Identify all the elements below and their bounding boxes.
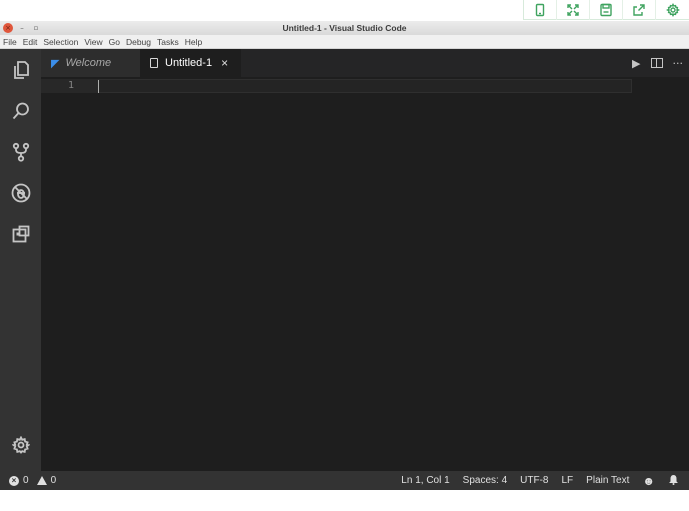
menu-tasks[interactable]: Tasks [157,37,179,47]
workbench: ◤ Welcome Untitled-1 × ▶ ··· 1 [0,49,689,471]
gear-icon[interactable] [0,424,41,465]
editor-actions: ▶ ··· [632,49,683,77]
current-line-highlight [98,79,632,93]
smiley-icon[interactable]: ☻ [642,474,655,488]
tab-label: Untitled-1 [165,57,213,69]
more-icon[interactable]: ··· [673,57,684,70]
debug-icon[interactable] [0,172,41,213]
extensions-icon[interactable] [0,213,41,254]
split-editor-icon[interactable] [650,58,663,68]
menu-debug[interactable]: Debug [126,37,151,47]
fullscreen-icon[interactable] [557,0,590,20]
language-mode[interactable]: Plain Text [586,475,629,486]
indentation[interactable]: Spaces: 4 [463,475,507,486]
search-icon[interactable] [0,90,41,131]
menu-file[interactable]: File [3,37,17,47]
file-icon [150,58,158,68]
gear-icon[interactable] [656,0,689,20]
error-count: 0 [23,475,29,486]
share-icon[interactable] [623,0,656,20]
error-icon: × [9,475,19,486]
status-bar: × 0 0 Ln 1, Col 1 Spaces: 4 UTF-8 LF Pla… [0,471,689,490]
source-control-icon[interactable] [0,131,41,172]
tab-bar: ◤ Welcome Untitled-1 × ▶ ··· [41,49,689,77]
run-icon[interactable]: ▶ [632,57,640,70]
line-ending[interactable]: LF [562,475,574,486]
editor-line[interactable]: 1 [41,79,632,93]
cursor-position[interactable]: Ln 1, Col 1 [401,475,449,486]
menu-edit[interactable]: Edit [23,37,38,47]
save-icon[interactable] [590,0,623,20]
explorer-icon[interactable] [0,49,41,90]
window-title: Untitled-1 - Visual Studio Code [282,23,407,33]
vscode-window: × – ▫ Untitled-1 - Visual Studio Code Fi… [0,21,689,490]
page: × – ▫ Untitled-1 - Visual Studio Code Fi… [0,0,689,511]
line-number: 1 [68,80,75,91]
activity-bar [0,49,41,471]
vscode-logo-icon: ◤ [51,57,60,70]
menu-go[interactable]: Go [109,37,120,47]
title-bar: × – ▫ Untitled-1 - Visual Studio Code [0,21,689,35]
menu-view[interactable]: View [84,37,102,47]
encoding[interactable]: UTF-8 [520,475,548,486]
problems-indicator[interactable]: × 0 0 [0,475,56,486]
external-toolbar [523,0,689,20]
bell-icon[interactable] [668,474,679,488]
menu-selection[interactable]: Selection [43,37,78,47]
phone-icon[interactable] [524,0,557,20]
text-editor[interactable]: 1 [41,77,689,471]
menu-bar: File Edit Selection View Go Debug Tasks … [0,35,689,49]
menu-help[interactable]: Help [185,37,202,47]
tab-welcome[interactable]: ◤ Welcome [41,49,140,77]
tab-label: Welcome [65,57,112,69]
status-bar-right: Ln 1, Col 1 Spaces: 4 UTF-8 LF Plain Tex… [388,474,689,488]
warning-count: 0 [50,475,57,486]
close-icon[interactable]: × [221,56,228,70]
editor-area: ◤ Welcome Untitled-1 × ▶ ··· 1 [41,49,689,471]
tab-untitled-1[interactable]: Untitled-1 × [140,49,241,77]
text-cursor [98,80,99,93]
warning-icon [36,476,47,485]
